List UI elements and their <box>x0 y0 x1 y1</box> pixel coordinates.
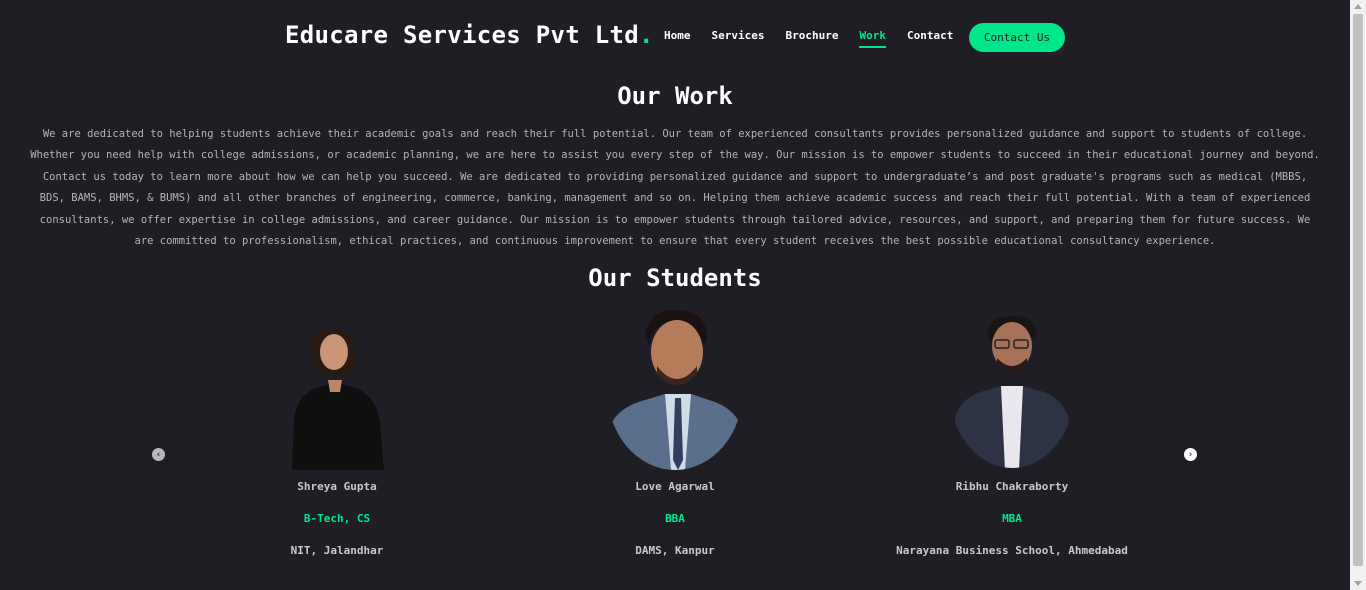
scrollbar-thumb[interactable] <box>1353 14 1363 566</box>
scroll-up-arrow-icon[interactable] <box>1354 4 1362 9</box>
contact-us-button[interactable]: Contact Us <box>969 23 1065 52</box>
student-name: Love Agarwal <box>635 480 715 493</box>
top-navbar: Educare Services Pvt Ltd. Home Services … <box>0 18 1350 58</box>
carousel-prev-icon[interactable]: ‹ <box>152 448 165 461</box>
our-work-title: Our Work <box>617 82 733 110</box>
nav-work[interactable]: Work <box>859 29 886 48</box>
student-course: BBA <box>665 512 685 525</box>
our-work-paragraph: We are dedicated to helping students ach… <box>30 128 1320 248</box>
nav-services[interactable]: Services <box>712 29 765 47</box>
student-photo <box>272 300 402 470</box>
carousel-next-icon[interactable]: › <box>1184 448 1197 461</box>
student-portrait-image <box>607 310 743 470</box>
nav-links: Home Services Brochure Work Contact <box>664 29 974 48</box>
student-card: Love Agarwal BBA DAMS, Kanpur <box>525 300 825 557</box>
student-course: B-Tech, CS <box>303 512 371 525</box>
student-portrait-image <box>292 329 384 470</box>
student-card: Shreya Gupta B-Tech, CS NIT, Jalandhar <box>187 300 487 557</box>
brand-name: Educare Services Pvt Ltd <box>285 21 639 49</box>
page-scrollbar[interactable] <box>1350 0 1366 590</box>
student-college: NIT, Jalandhar <box>290 544 384 557</box>
scroll-down-arrow-icon[interactable] <box>1354 581 1362 586</box>
brand-dot: . <box>638 21 654 49</box>
student-card: Ribhu Chakraborty MBA Narayana Business … <box>862 300 1162 557</box>
student-name: Shreya Gupta <box>297 480 377 493</box>
nav-brochure[interactable]: Brochure <box>785 29 838 47</box>
our-students-title: Our Students <box>588 264 762 292</box>
student-photo <box>947 300 1077 470</box>
brand-logo-text[interactable]: Educare Services Pvt Ltd. <box>285 21 654 49</box>
nav-home[interactable]: Home <box>664 29 691 47</box>
student-course: MBA <box>1002 512 1022 525</box>
student-name: Ribhu Chakraborty <box>955 480 1069 493</box>
student-college: Narayana Business School, Ahmedabad <box>896 544 1128 557</box>
student-college: DAMS, Kanpur <box>635 544 715 557</box>
student-photo <box>605 300 745 470</box>
student-portrait-image <box>953 316 1071 468</box>
nav-contact[interactable]: Contact <box>907 29 953 47</box>
